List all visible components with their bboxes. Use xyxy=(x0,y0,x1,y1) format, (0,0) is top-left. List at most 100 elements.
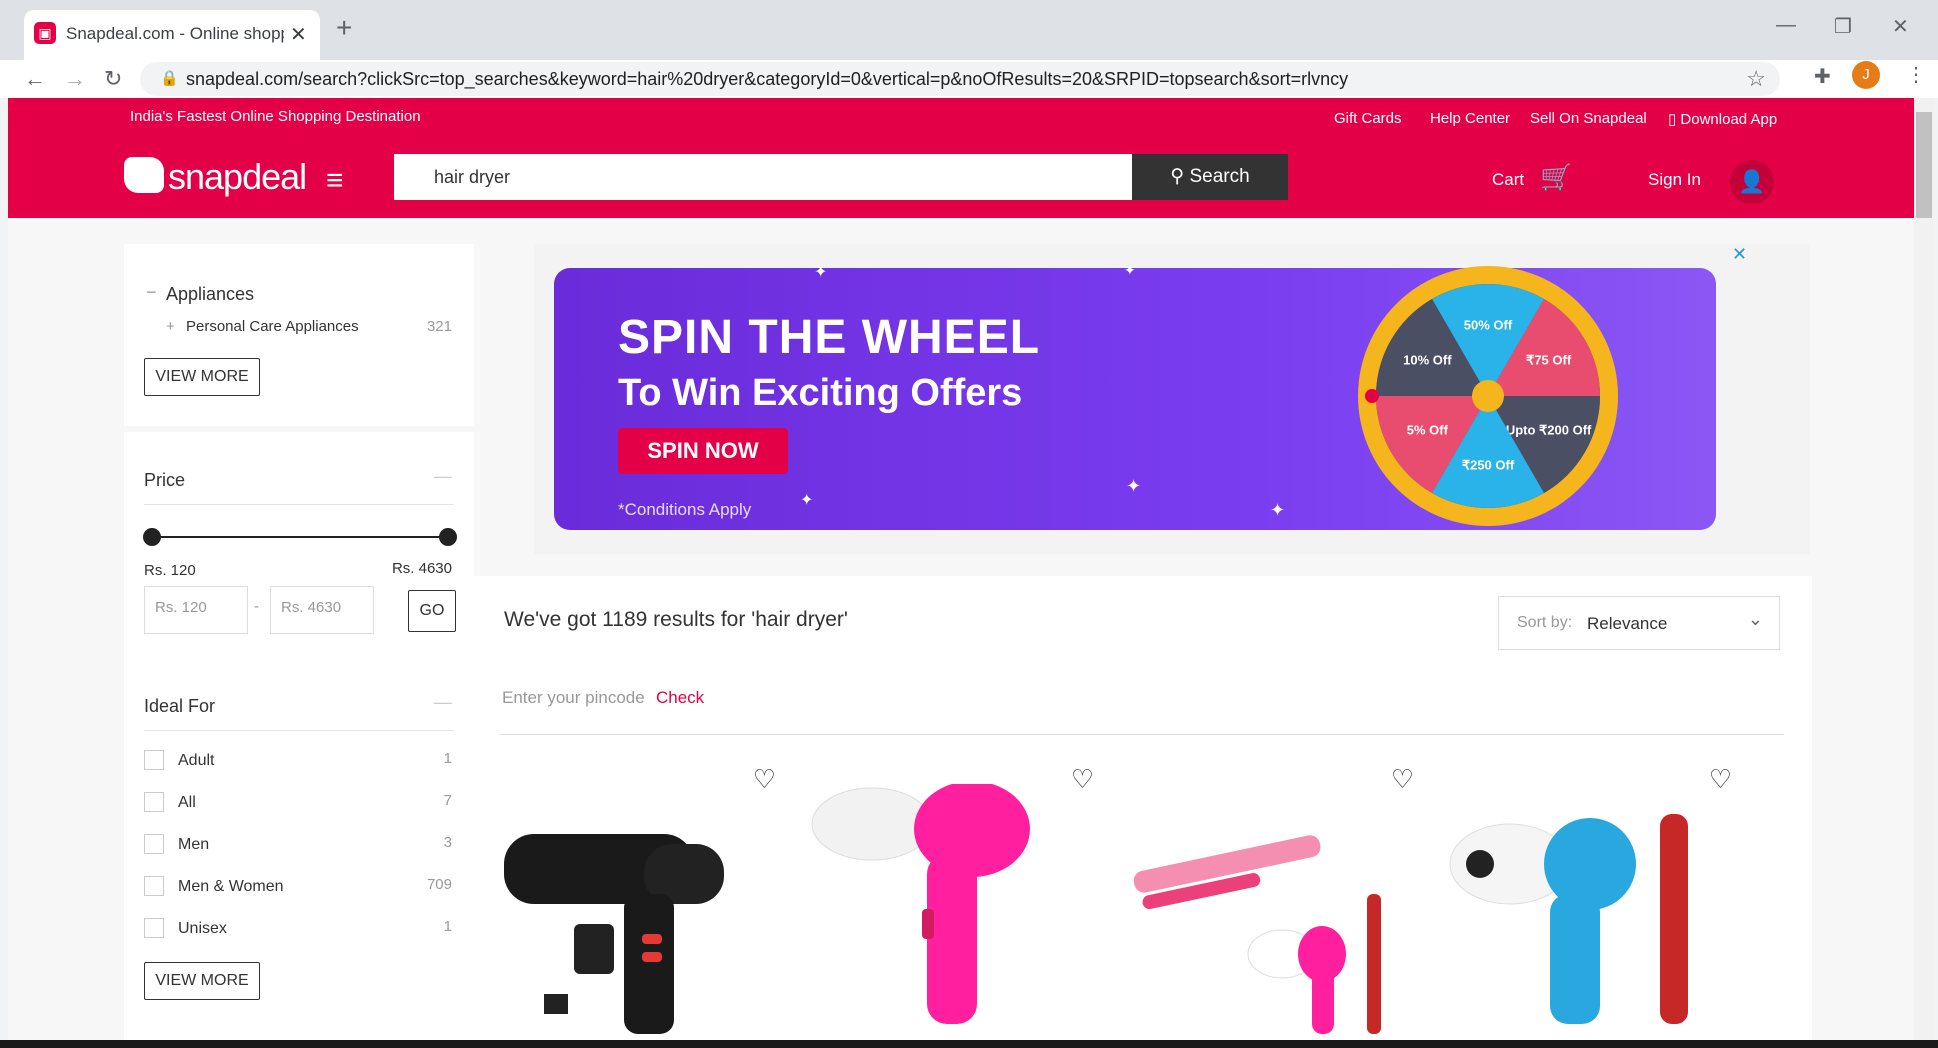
ideal-for-checkbox[interactable] xyxy=(144,918,164,938)
reload-icon[interactable]: ↻ xyxy=(104,66,122,92)
cart-link[interactable]: Cart xyxy=(1492,170,1524,190)
ideal-for-label[interactable]: Men & Women xyxy=(178,878,284,896)
price-slider-max-handle[interactable] xyxy=(439,528,457,546)
ideal-for-checkbox[interactable] xyxy=(144,876,164,896)
scrollbar-thumb[interactable] xyxy=(1916,112,1932,218)
close-window-icon[interactable]: ✕ xyxy=(1892,14,1909,39)
ideal-for-label[interactable]: Unisex xyxy=(178,920,227,938)
price-min-label: Rs. 120 xyxy=(144,562,196,579)
taskbar xyxy=(0,1040,1938,1048)
tab-title: Snapdeal.com - Online shopping xyxy=(66,24,284,43)
help-center-link[interactable]: Help Center xyxy=(1430,110,1510,127)
sort-dropdown[interactable]: Sort by: Relevance ⌄ xyxy=(1498,596,1780,650)
ideal-for-count: 1 xyxy=(443,750,452,767)
main-header: snapdeal ≡ ⚲ Search Cart 🛒 Sign In 👤 xyxy=(8,138,1914,218)
spin-wheel-graphic: 50% Off ₹75 Off Upto ₹200 Off ₹250 Off 5% Of… xyxy=(1358,266,1618,526)
collapse-icon[interactable]: − xyxy=(146,282,157,303)
sort-value: Relevance xyxy=(1587,614,1668,633)
price-collapse-icon[interactable]: — xyxy=(434,466,452,487)
close-tab-icon[interactable]: ✕ xyxy=(290,22,307,47)
product-card[interactable]: ♡ xyxy=(802,754,1118,1040)
filters-panel: Price — Rs. 120 Rs. 4630 Rs. 120 - Rs. 4… xyxy=(124,432,474,1040)
user-icon[interactable]: 👤 xyxy=(1730,160,1774,204)
search-input[interactable] xyxy=(394,154,1138,200)
sort-label: Sort by: xyxy=(1517,614,1573,631)
gift-cards-link[interactable]: Gift Cards xyxy=(1334,110,1402,127)
check-pincode-link[interactable]: Check xyxy=(656,688,704,708)
divider xyxy=(500,734,1784,735)
product-card[interactable]: ♡ xyxy=(1440,754,1756,1040)
spin-now-button[interactable]: SPIN NOW xyxy=(618,428,788,474)
category-title[interactable]: Appliances xyxy=(166,284,254,305)
minimize-icon[interactable]: — xyxy=(1776,14,1796,37)
sell-on-snapdeal-link[interactable]: Sell On Snapdeal xyxy=(1530,110,1647,127)
ideal-for-label[interactable]: All xyxy=(178,794,196,812)
sparkle-icon: ✦ xyxy=(1124,262,1136,278)
new-tab-button[interactable]: + xyxy=(336,14,352,42)
wheel-hub xyxy=(1472,380,1504,412)
download-app-link[interactable]: ▯ Download App xyxy=(1668,110,1777,128)
ideal-for-title: Ideal For xyxy=(144,696,216,716)
tab-strip: ▣ Snapdeal.com - Online shopping ✕ + — ❐… xyxy=(0,0,1938,60)
price-go-button[interactable]: GO xyxy=(408,590,456,632)
lock-icon: 🔒 xyxy=(160,70,179,87)
wheel-segment-label: ₹250 Off xyxy=(1462,457,1515,472)
ideal-for-count: 3 xyxy=(443,834,452,851)
banner-conditions: *Conditions Apply xyxy=(618,500,752,519)
page-scrollbar[interactable] xyxy=(1914,98,1934,1040)
address-bar[interactable]: 🔒 snapdeal.com/search?clickSrc=top_searc… xyxy=(140,62,1780,96)
ideal-for-label[interactable]: Men xyxy=(178,836,209,854)
bookmark-star-icon[interactable]: ☆ xyxy=(1746,66,1766,92)
sparkle-icon: ✦ xyxy=(814,264,828,281)
price-slider-track xyxy=(143,528,457,546)
search-button[interactable]: ⚲ Search xyxy=(1132,154,1288,200)
banner-close-icon[interactable]: ✕ xyxy=(1732,244,1747,265)
ideal-for-view-more-button[interactable]: VIEW MORE xyxy=(144,962,260,1000)
back-icon[interactable]: ← xyxy=(24,66,46,92)
tagline: India's Fastest Online Shopping Destinat… xyxy=(130,108,421,125)
menu-hamburger-icon[interactable]: ≡ xyxy=(326,164,344,198)
expand-icon[interactable]: + xyxy=(166,318,175,335)
subcategory-label[interactable]: Personal Care Appliances xyxy=(186,318,359,335)
ideal-for-checkbox[interactable] xyxy=(144,792,164,812)
restore-icon[interactable]: ❐ xyxy=(1834,14,1852,39)
logo-text: snapdeal xyxy=(168,156,307,197)
web-page: India's Fastest Online Shopping Destinat… xyxy=(8,98,1914,1040)
ideal-for-label[interactable]: Adult xyxy=(178,752,214,770)
banner-title: SPIN THE WHEEL xyxy=(618,311,1041,364)
ideal-for-collapse-icon[interactable]: — xyxy=(434,692,452,713)
category-filter-panel: − Appliances + Personal Care Appliances … xyxy=(124,244,474,426)
ideal-for-checkbox[interactable] xyxy=(144,834,164,854)
wishlist-heart-icon[interactable]: ♡ xyxy=(1391,764,1414,795)
phone-icon: ▯ xyxy=(1668,111,1681,128)
wheel-segment-label: ₹75 Off xyxy=(1526,352,1572,367)
chevron-down-icon: ⌄ xyxy=(1747,609,1763,629)
top-bar: India's Fastest Online Shopping Destinat… xyxy=(8,98,1914,138)
snapdeal-logo-mark-icon xyxy=(124,157,164,193)
cart-icon[interactable]: 🛒 xyxy=(1540,162,1572,193)
product-card[interactable]: ♡ xyxy=(484,754,800,1040)
price-slider-min-handle[interactable] xyxy=(143,528,161,546)
product-image xyxy=(1133,835,1381,1034)
subcategory-count: 321 xyxy=(426,318,452,335)
product-card[interactable]: ♡ xyxy=(1122,754,1438,1040)
category-view-more-button[interactable]: VIEW MORE xyxy=(144,358,260,396)
pincode-input[interactable]: Enter your pincode xyxy=(502,688,645,708)
search-button-label: Search xyxy=(1189,166,1250,187)
sign-in-link[interactable]: Sign In xyxy=(1648,170,1701,190)
forward-icon[interactable]: → xyxy=(64,66,86,92)
browser-tab[interactable]: ▣ Snapdeal.com - Online shopping ✕ xyxy=(24,10,320,60)
extensions-icon[interactable]: ✚ xyxy=(1814,64,1831,89)
snapdeal-favicon-icon: ▣ xyxy=(34,22,56,44)
price-max-label: Rs. 4630 xyxy=(391,560,452,577)
ideal-for-count: 1 xyxy=(443,918,452,935)
snapdeal-logo[interactable]: snapdeal xyxy=(124,156,307,198)
ideal-for-checkbox[interactable] xyxy=(144,750,164,770)
search-field xyxy=(394,154,1138,200)
browser-menu-icon[interactable]: ⋮ xyxy=(1906,62,1926,87)
profile-avatar[interactable]: J xyxy=(1852,61,1880,89)
price-min-input[interactable]: Rs. 120 xyxy=(144,586,248,634)
wishlist-heart-icon[interactable]: ♡ xyxy=(753,764,776,795)
price-max-input[interactable]: Rs. 4630 xyxy=(270,586,374,634)
wheel-segment-label: 50% Off xyxy=(1464,317,1513,332)
